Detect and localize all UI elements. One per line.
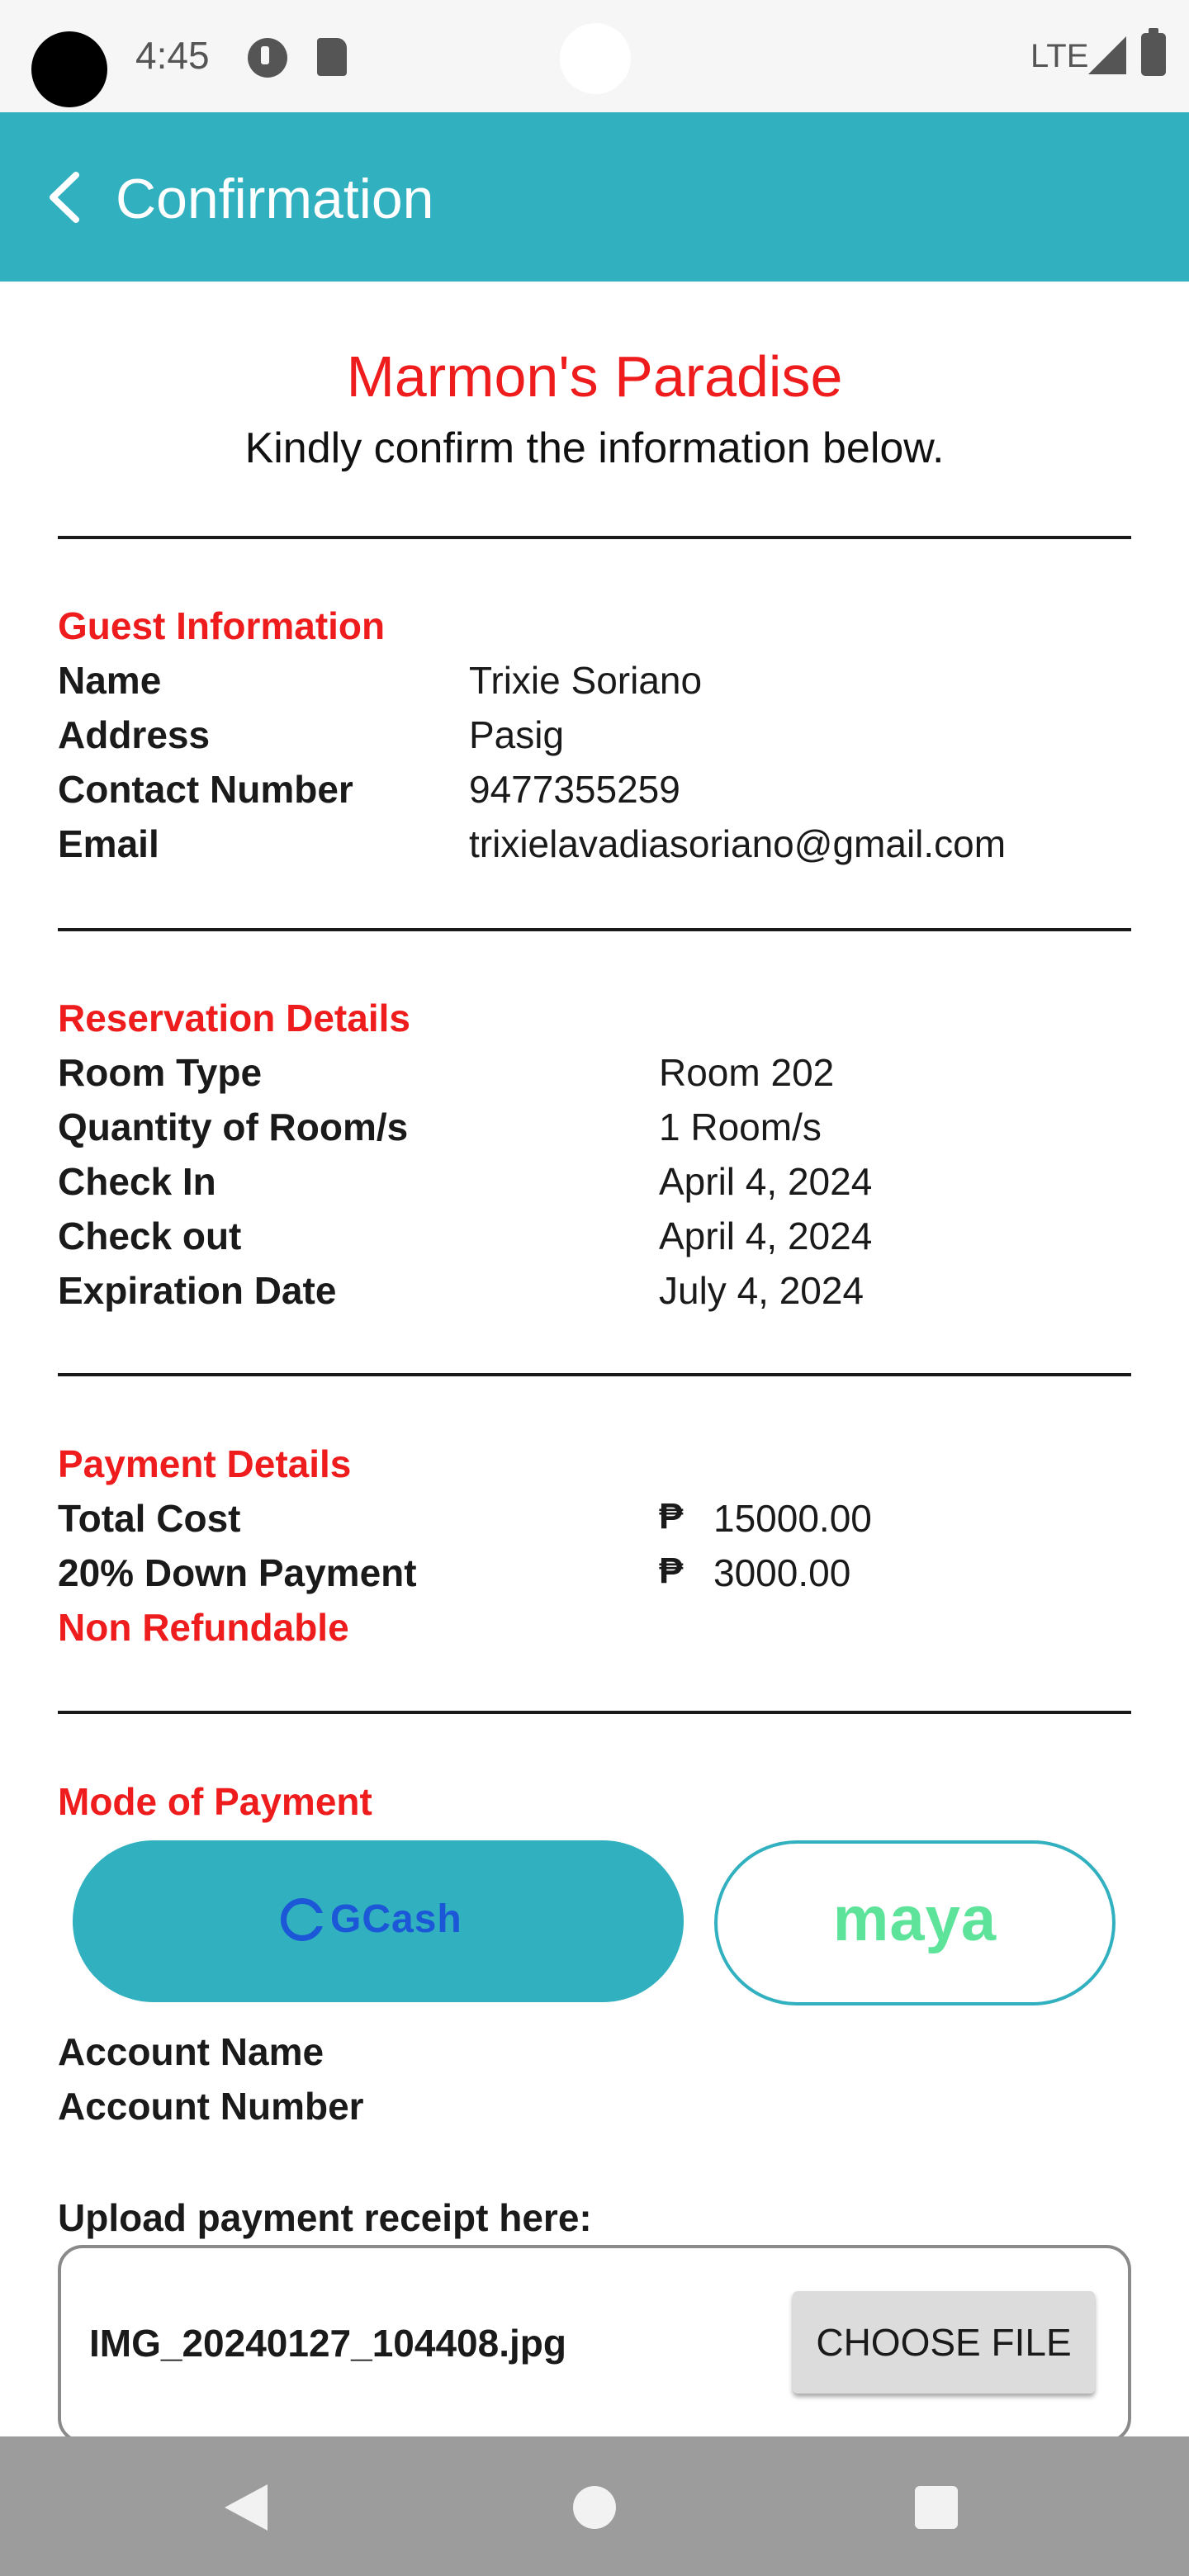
guest-email-value: trixielavadiasoriano@gmail.com bbox=[469, 822, 1007, 865]
expiration-value: July 4, 2024 bbox=[659, 1269, 865, 1312]
guest-info-title: Guest Information bbox=[58, 604, 386, 647]
divider bbox=[58, 536, 1131, 539]
battery-icon bbox=[1141, 28, 1166, 76]
back-arrow-icon[interactable] bbox=[43, 170, 92, 225]
status-time: 4:45 bbox=[135, 34, 210, 77]
confirmation-content[interactable]: Marmon's Paradise Kindly confirm the inf… bbox=[0, 282, 1189, 2436]
non-refundable-note: Non Refundable bbox=[58, 1606, 349, 1649]
check-out-value: April 4, 2024 bbox=[659, 1215, 873, 1257]
peso-sign: ₱ bbox=[659, 1496, 684, 1537]
down-payment-label: 20% Down Payment bbox=[58, 1551, 417, 1594]
divider bbox=[58, 928, 1131, 931]
expiration-label: Expiration Date bbox=[58, 1269, 337, 1312]
payment-title: Payment Details bbox=[58, 1442, 352, 1485]
guest-address-label: Address bbox=[58, 713, 211, 756]
instruction-text: Kindly confirm the information below. bbox=[244, 424, 945, 472]
choose-file-button[interactable]: CHOOSE FILE bbox=[793, 2291, 1095, 2394]
account-name-label: Account Name bbox=[58, 2030, 324, 2073]
camera-cutout bbox=[31, 31, 107, 107]
guest-contact-label: Contact Number bbox=[58, 768, 353, 811]
guest-email-label: Email bbox=[58, 822, 159, 865]
check-in-value: April 4, 2024 bbox=[659, 1160, 873, 1203]
reservation-title: Reservation Details bbox=[58, 997, 410, 1039]
page-title: Confirmation bbox=[116, 168, 434, 230]
total-cost-value: 15000.00 bbox=[713, 1497, 872, 1540]
mode-of-payment-title: Mode of Payment bbox=[58, 1780, 372, 1823]
maya-label: maya bbox=[832, 1884, 997, 1954]
nav-recents-icon[interactable] bbox=[915, 2486, 958, 2529]
sd-card-icon bbox=[317, 38, 347, 76]
check-out-label: Check out bbox=[58, 1215, 242, 1257]
notification-icon bbox=[248, 38, 287, 78]
selected-filename: IMG_20240127_104408.jpg bbox=[89, 2322, 566, 2365]
system-nav-bar bbox=[0, 2436, 1189, 2576]
room-quantity-label: Quantity of Room/s bbox=[58, 1106, 409, 1148]
divider bbox=[58, 1373, 1131, 1376]
guest-name-label: Name bbox=[58, 659, 162, 702]
nav-home-icon[interactable] bbox=[573, 2486, 616, 2529]
peso-sign: ₱ bbox=[659, 1551, 684, 1591]
check-in-label: Check In bbox=[58, 1160, 216, 1203]
upload-label: Upload payment receipt here: bbox=[58, 2196, 592, 2239]
room-quantity-value: 1 Room/s bbox=[659, 1106, 822, 1148]
signal-icon bbox=[1088, 36, 1126, 74]
room-type-label: Room Type bbox=[58, 1051, 263, 1094]
camera-indicator bbox=[560, 23, 631, 94]
resort-name: Marmon's Paradise bbox=[346, 344, 843, 409]
network-type: LTE bbox=[1030, 38, 1089, 74]
gcash-label: GCash bbox=[330, 1897, 462, 1941]
status-bar: 4:45 LTE bbox=[0, 0, 1189, 112]
guest-name-value: Trixie Soriano bbox=[469, 659, 703, 702]
total-cost-label: Total Cost bbox=[58, 1497, 241, 1540]
guest-address-value: Pasig bbox=[469, 713, 565, 756]
nav-back-icon[interactable] bbox=[225, 2484, 268, 2531]
account-number-label: Account Number bbox=[58, 2085, 364, 2128]
divider bbox=[58, 1711, 1131, 1714]
gcash-g-icon bbox=[281, 1897, 326, 1941]
upload-field[interactable]: IMG_20240127_104408.jpg CHOOSE FILE bbox=[58, 2245, 1131, 2436]
down-payment-value: 3000.00 bbox=[713, 1551, 851, 1594]
gcash-logo: GCash bbox=[281, 1896, 462, 1942]
gcash-button[interactable]: GCash bbox=[73, 1840, 684, 2002]
room-type-value: Room 202 bbox=[659, 1051, 835, 1094]
maya-button[interactable]: maya bbox=[714, 1840, 1116, 2005]
app-bar: Confirmation bbox=[0, 112, 1189, 282]
guest-contact-value: 9477355259 bbox=[469, 768, 680, 811]
